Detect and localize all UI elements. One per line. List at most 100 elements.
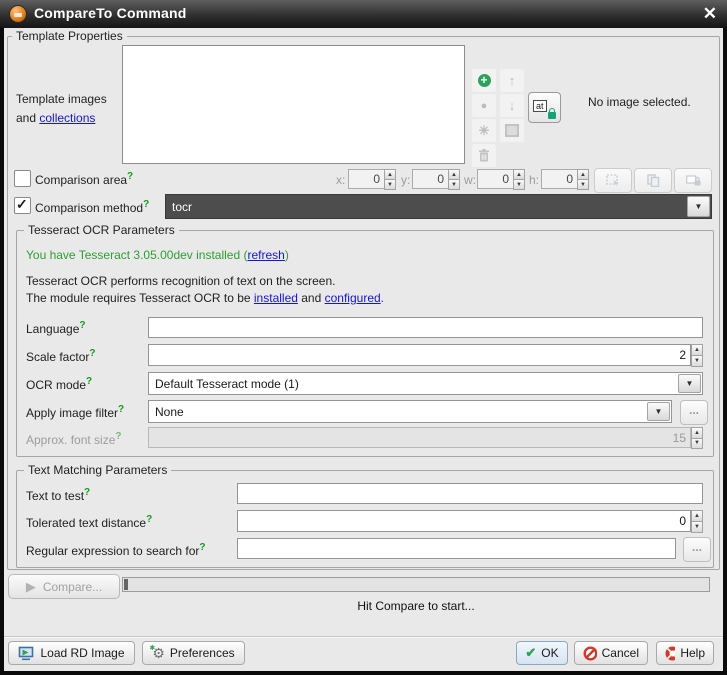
gear-icon: ⚙✱ [152,646,165,660]
app-icon [10,6,26,22]
y-label: y: [401,173,410,187]
help-icon: ? [118,404,124,415]
distance-spinner[interactable]: ▲▼ [691,510,703,532]
ok-button[interactable]: ✔ OK [516,641,568,665]
x-label: x: [336,173,345,187]
template-properties-title: Template Properties [12,29,127,43]
tesseract-description-line2: The module requires Tesseract OCR to be … [26,291,384,305]
image-filter-more-button[interactable]: ... [680,400,708,425]
x-input [348,169,385,189]
spinner-down-icon[interactable]: ▼ [691,355,703,367]
font-size-input [148,427,691,448]
comparison-method-label: Comparison method? [35,199,149,215]
h-input [541,169,578,189]
preview-image-button [500,119,524,142]
refresh-link[interactable]: refresh [247,248,284,262]
title-bar[interactable]: CompareTo Command ✕ [0,0,727,28]
y-spinner: ▲▼ [448,169,460,189]
comparison-area-checkbox[interactable] [14,170,31,187]
copy-area-button [634,168,672,193]
spinner-down-icon: ▼ [513,179,525,190]
chevron-down-icon[interactable]: ▼ [647,402,670,421]
capture-image-button: ● [472,94,496,117]
image-filter-combobox[interactable]: None ▼ [148,400,672,423]
ocr-mode-combobox[interactable]: Default Tesseract mode (1) ▼ [148,372,703,395]
template-image-list[interactable] [122,45,465,164]
collections-link[interactable]: collections [39,111,95,125]
help-icon: ? [199,542,205,553]
help-button[interactable]: Help [656,641,714,665]
arrow-down-icon: ↓ [509,98,516,113]
w-spinner: ▲▼ [513,169,525,189]
copy-icon [647,174,660,187]
progress-segment [124,579,128,590]
cancel-icon [583,646,597,661]
help-icon: ? [127,171,133,182]
help-icon: ? [115,431,121,442]
distance-label: Tolerated text distance? [26,514,152,530]
check-icon: ✔ [525,645,536,661]
move-down-button: ↓ [500,94,524,117]
comparison-area-label: Comparison area? [35,171,133,187]
scale-factor-input[interactable] [148,344,691,366]
y-input [412,169,449,189]
text-matching-group-title: Text Matching Parameters [24,463,171,477]
x-spinner: ▲▼ [384,169,396,189]
spinner-down-icon: ▼ [448,179,460,190]
compareto-dialog: CompareTo Command ✕ Template Properties … [0,0,727,675]
new-template-button: ✳ [472,119,496,142]
distance-input[interactable] [237,510,691,532]
image-filter-label: Apply image filter? [26,404,124,420]
ocr-mode-value: Default Tesseract mode (1) [155,377,299,391]
preferences-button[interactable]: ⚙✱ Preferences [142,641,245,665]
chevron-down-icon[interactable]: ▼ [678,374,701,393]
scale-factor-label: Scale factor? [26,348,95,364]
regex-more-button[interactable]: ... [683,537,711,562]
delete-image-button [472,144,496,167]
comparison-method-combobox[interactable]: tocr ▼ [165,194,712,219]
help-icon: ? [79,320,85,331]
select-area-button [594,168,632,193]
tesseract-group-title: Tesseract OCR Parameters [24,223,179,237]
installed-link[interactable]: installed [254,291,298,305]
at-icon: at [533,100,547,112]
spinner-down-icon: ▼ [384,179,396,190]
template-images-label: Template images and collections [16,90,107,128]
compare-status-text: Hit Compare to start... [122,599,710,613]
font-size-spinner: ▲▼ [691,427,703,448]
load-rd-image-icon [18,646,35,661]
image-filter-value: None [155,405,184,419]
w-label: w: [464,173,476,187]
footer-separator [4,636,723,638]
load-rd-image-button[interactable]: Load RD Image [8,641,135,665]
add-image-button[interactable]: + [472,69,496,92]
asterisk-icon: ✳ [479,123,490,139]
ocr-lock-button[interactable]: at [528,92,561,123]
h-label: h: [529,173,539,187]
scale-factor-spinner[interactable]: ▲▼ [691,344,703,366]
lifebuoy-icon [665,646,675,661]
window-title: CompareTo Command [34,5,187,21]
lock-icon [548,112,556,119]
configured-link[interactable]: configured [325,291,381,305]
text-lock-icon [686,174,701,187]
no-image-status: No image selected. [588,95,691,109]
chevron-down-icon[interactable]: ▼ [687,196,710,217]
tesseract-description-line1: Tesseract OCR performs recognition of te… [26,274,335,288]
comparison-method-checkbox[interactable] [14,197,31,214]
regex-input[interactable] [237,538,676,559]
close-icon[interactable]: ✕ [703,3,717,25]
square-icon [505,124,519,137]
language-input[interactable] [148,317,703,338]
move-up-button: ↑ [500,69,524,92]
regex-label: Regular expression to search for? [26,542,206,558]
text-to-test-input[interactable] [237,483,703,504]
spinner-down-icon: ▼ [577,179,589,190]
cancel-button[interactable]: Cancel [574,641,648,665]
arrow-up-icon: ↑ [509,73,516,88]
text-to-test-label: Text to test? [26,487,90,503]
trash-icon [478,149,490,162]
select-region-icon [606,174,620,187]
font-size-label: Approx. font size? [26,431,122,447]
spinner-down-icon[interactable]: ▼ [691,521,703,533]
